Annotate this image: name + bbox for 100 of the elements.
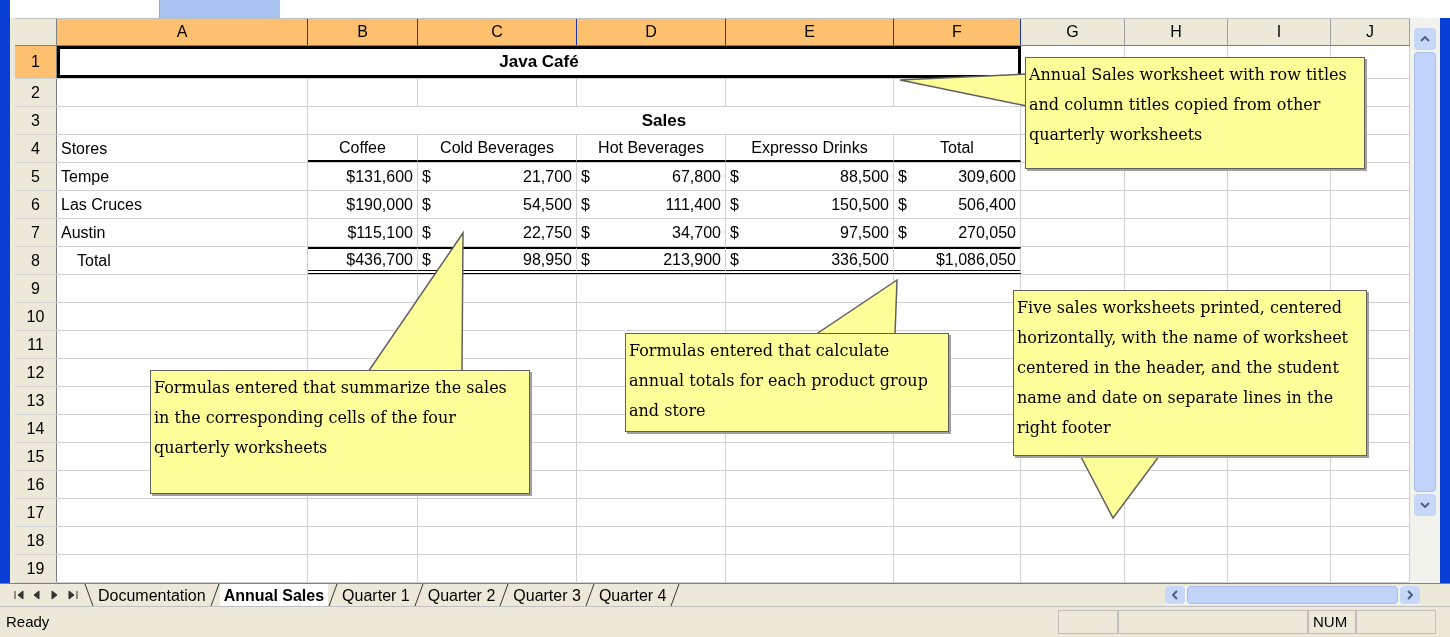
cell-value: 111,400 xyxy=(665,194,721,215)
tab-edge xyxy=(670,584,681,606)
tab-edge xyxy=(413,584,424,606)
sheet-tab[interactable]: Annual Sales xyxy=(219,584,329,606)
row-label: Las Cruces xyxy=(61,194,142,215)
column-title: Cold Beverages xyxy=(440,137,554,158)
column-header[interactable]: I xyxy=(1228,19,1331,45)
cell-value: 336,500 xyxy=(831,249,889,270)
row-header[interactable]: 12 xyxy=(15,359,57,386)
column-title: Coffee xyxy=(339,137,386,158)
row-header[interactable]: 3 xyxy=(15,107,57,134)
row-header[interactable]: 5 xyxy=(15,163,57,190)
tab-edge xyxy=(499,584,510,606)
cell-value: 309,600 xyxy=(958,166,1016,187)
currency-symbol: $ xyxy=(898,194,907,215)
tab-edge xyxy=(328,584,339,606)
cell-value: 88,500 xyxy=(840,166,889,187)
cell-value: 213,900 xyxy=(663,249,721,270)
currency-symbol: $ xyxy=(581,249,590,270)
callout-text: Five sales worksheets printed, centered horizontally, with the name of worksheet centered in the header, and the student name and date on separate lines in the right footer xyxy=(1017,298,1349,437)
cell-value: $131,600 xyxy=(346,166,413,187)
cell-value: 34,700 xyxy=(672,222,721,243)
column-header[interactable]: D xyxy=(577,19,726,45)
scroll-right-button[interactable] xyxy=(1400,586,1420,604)
scroll-left-button[interactable] xyxy=(1165,586,1185,604)
cell-value: 150,500 xyxy=(831,194,889,215)
cell-value: 67,800 xyxy=(672,166,721,187)
cell-value: $1,086,050 xyxy=(935,249,1016,270)
scroll-thumb[interactable] xyxy=(1187,586,1398,604)
column-header[interactable]: C xyxy=(418,19,577,45)
currency-symbol: $ xyxy=(422,222,431,243)
cell-value: 54,500 xyxy=(523,194,572,215)
column-header[interactable]: J xyxy=(1331,19,1410,45)
row-header[interactable]: 11 xyxy=(15,331,57,358)
column-header[interactable]: E xyxy=(726,19,894,45)
column-header[interactable]: F xyxy=(894,19,1021,45)
row-header[interactable]: 14 xyxy=(15,415,57,442)
currency-symbol: $ xyxy=(898,166,907,187)
currency-symbol: $ xyxy=(581,166,590,187)
currency-symbol: $ xyxy=(730,222,739,243)
column-header[interactable]: A xyxy=(57,19,308,45)
currency-symbol: $ xyxy=(730,249,739,270)
select-all-corner[interactable] xyxy=(15,19,57,45)
callout-text: Annual Sales worksheet with row titles and column titles copied from other quarterly worksheets xyxy=(1029,65,1347,144)
row-header[interactable]: 15 xyxy=(15,443,57,470)
scroll-up-button[interactable] xyxy=(1414,28,1436,50)
cell-value: 22,750 xyxy=(523,222,572,243)
row-header[interactable]: 4 xyxy=(15,135,57,162)
row-header[interactable]: 19 xyxy=(15,555,57,582)
row-header[interactable]: 1 xyxy=(15,46,57,78)
currency-symbol: $ xyxy=(730,194,739,215)
last-sheet-icon[interactable] xyxy=(68,590,78,600)
callout-text: Formulas entered that summarize the sales in the corresponding cells of the four quarterly worksheets xyxy=(154,378,507,457)
tab-edge xyxy=(209,584,220,606)
cell-value: $115,100 xyxy=(347,222,413,243)
row-header[interactable]: 10 xyxy=(15,303,57,330)
tab-edge xyxy=(84,584,94,606)
column-header[interactable]: B xyxy=(308,19,418,45)
vertical-scrollbar[interactable] xyxy=(1410,18,1440,583)
sheet-title: Java Café xyxy=(499,51,579,74)
currency-symbol: $ xyxy=(581,222,590,243)
cell-value: $190,000 xyxy=(346,194,413,215)
row-label: Total xyxy=(76,250,111,271)
status-text: Ready xyxy=(6,611,50,632)
horizontal-scrollbar[interactable] xyxy=(1165,585,1420,605)
row-header[interactable]: 9 xyxy=(15,275,57,302)
currency-symbol: $ xyxy=(898,222,907,243)
row-header[interactable]: 18 xyxy=(15,527,57,554)
column-title: Expresso Drinks xyxy=(751,137,868,158)
cell-value: 98,950 xyxy=(523,249,572,270)
cell-value: 270,050 xyxy=(958,222,1016,243)
callout-text: Formulas entered that calculate annual totals for each product group and store xyxy=(629,341,928,420)
scroll-thumb[interactable] xyxy=(1414,52,1436,492)
section-heading: Sales xyxy=(641,109,687,132)
first-sheet-icon[interactable] xyxy=(14,590,24,600)
column-header[interactable]: H xyxy=(1125,19,1228,45)
cell-value: 21,700 xyxy=(523,166,572,187)
scroll-down-button[interactable] xyxy=(1414,494,1436,516)
column-title: Hot Beverages xyxy=(598,137,704,158)
row-header[interactable]: 6 xyxy=(15,191,57,218)
cell-value: $436,700 xyxy=(346,249,413,270)
row-label: Tempe xyxy=(61,166,110,187)
currency-symbol: $ xyxy=(422,249,431,270)
row-header[interactable]: 16 xyxy=(15,471,57,498)
row-header[interactable]: 2 xyxy=(15,79,57,106)
next-sheet-icon[interactable] xyxy=(50,590,60,600)
cell-value: 506,400 xyxy=(958,194,1016,215)
column-header[interactable]: G xyxy=(1021,19,1125,45)
currency-symbol: $ xyxy=(422,166,431,187)
column-title: Total xyxy=(940,137,974,158)
row-header[interactable]: 7 xyxy=(15,219,57,246)
previous-sheet-icon[interactable] xyxy=(32,590,42,600)
row-header[interactable]: 13 xyxy=(15,387,57,414)
row-header[interactable]: 8 xyxy=(15,247,57,274)
currency-symbol: $ xyxy=(422,194,431,215)
row-label: Austin xyxy=(61,222,106,243)
row-header[interactable]: 17 xyxy=(15,499,57,526)
currency-symbol: $ xyxy=(581,194,590,215)
status-indicator: NUM xyxy=(1308,610,1356,634)
currency-symbol: $ xyxy=(730,166,739,187)
